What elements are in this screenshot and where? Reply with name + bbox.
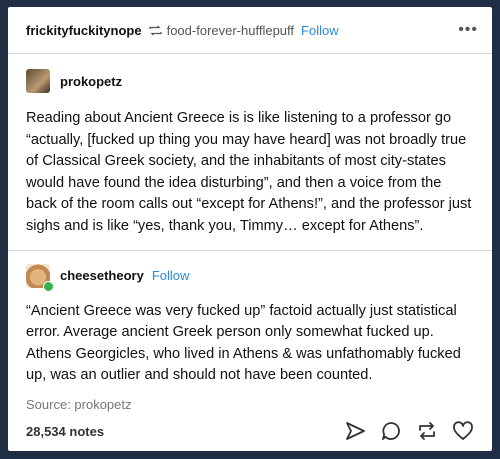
source-blog-name[interactable]: food-forever-hufflepuff [167,23,294,38]
post-author: prokopetz [26,68,474,94]
notes-count[interactable]: 28,534 notes [26,424,104,439]
follow-button[interactable]: Follow [152,268,190,283]
author-name[interactable]: prokopetz [60,74,122,89]
post-text: Reading about Ancient Greece is is like … [26,110,472,234]
share-icon[interactable] [344,420,366,442]
author-name[interactable]: cheesetheory [60,268,144,283]
source-link[interactable]: Source: prokopetz [26,397,474,412]
post-header: frickityfuckitynope food-forever-hufflep… [8,7,492,54]
post-text: “Ancient Greece was very fucked up” fact… [26,302,461,384]
follow-badge-icon [43,280,54,292]
reblog-icon [148,25,162,36]
reblogger-name[interactable]: frickityfuckitynope [26,23,142,38]
original-post: prokopetz Reading about Ancient Greece i… [8,54,492,251]
like-icon[interactable] [452,420,474,442]
more-options-icon[interactable]: ••• [458,21,478,39]
avatar[interactable] [26,69,50,93]
reblog-post: cheesetheory Follow “Ancient Greece was … [8,251,492,412]
post-card: frickityfuckitynope food-forever-hufflep… [8,7,492,451]
avatar[interactable] [26,263,54,292]
post-footer: 28,534 notes [8,411,492,451]
action-bar [344,420,474,442]
reblog-icon[interactable] [416,420,438,442]
follow-button[interactable]: Follow [301,23,339,38]
reply-icon[interactable] [380,420,402,442]
post-author: cheesetheory Follow [26,263,474,292]
